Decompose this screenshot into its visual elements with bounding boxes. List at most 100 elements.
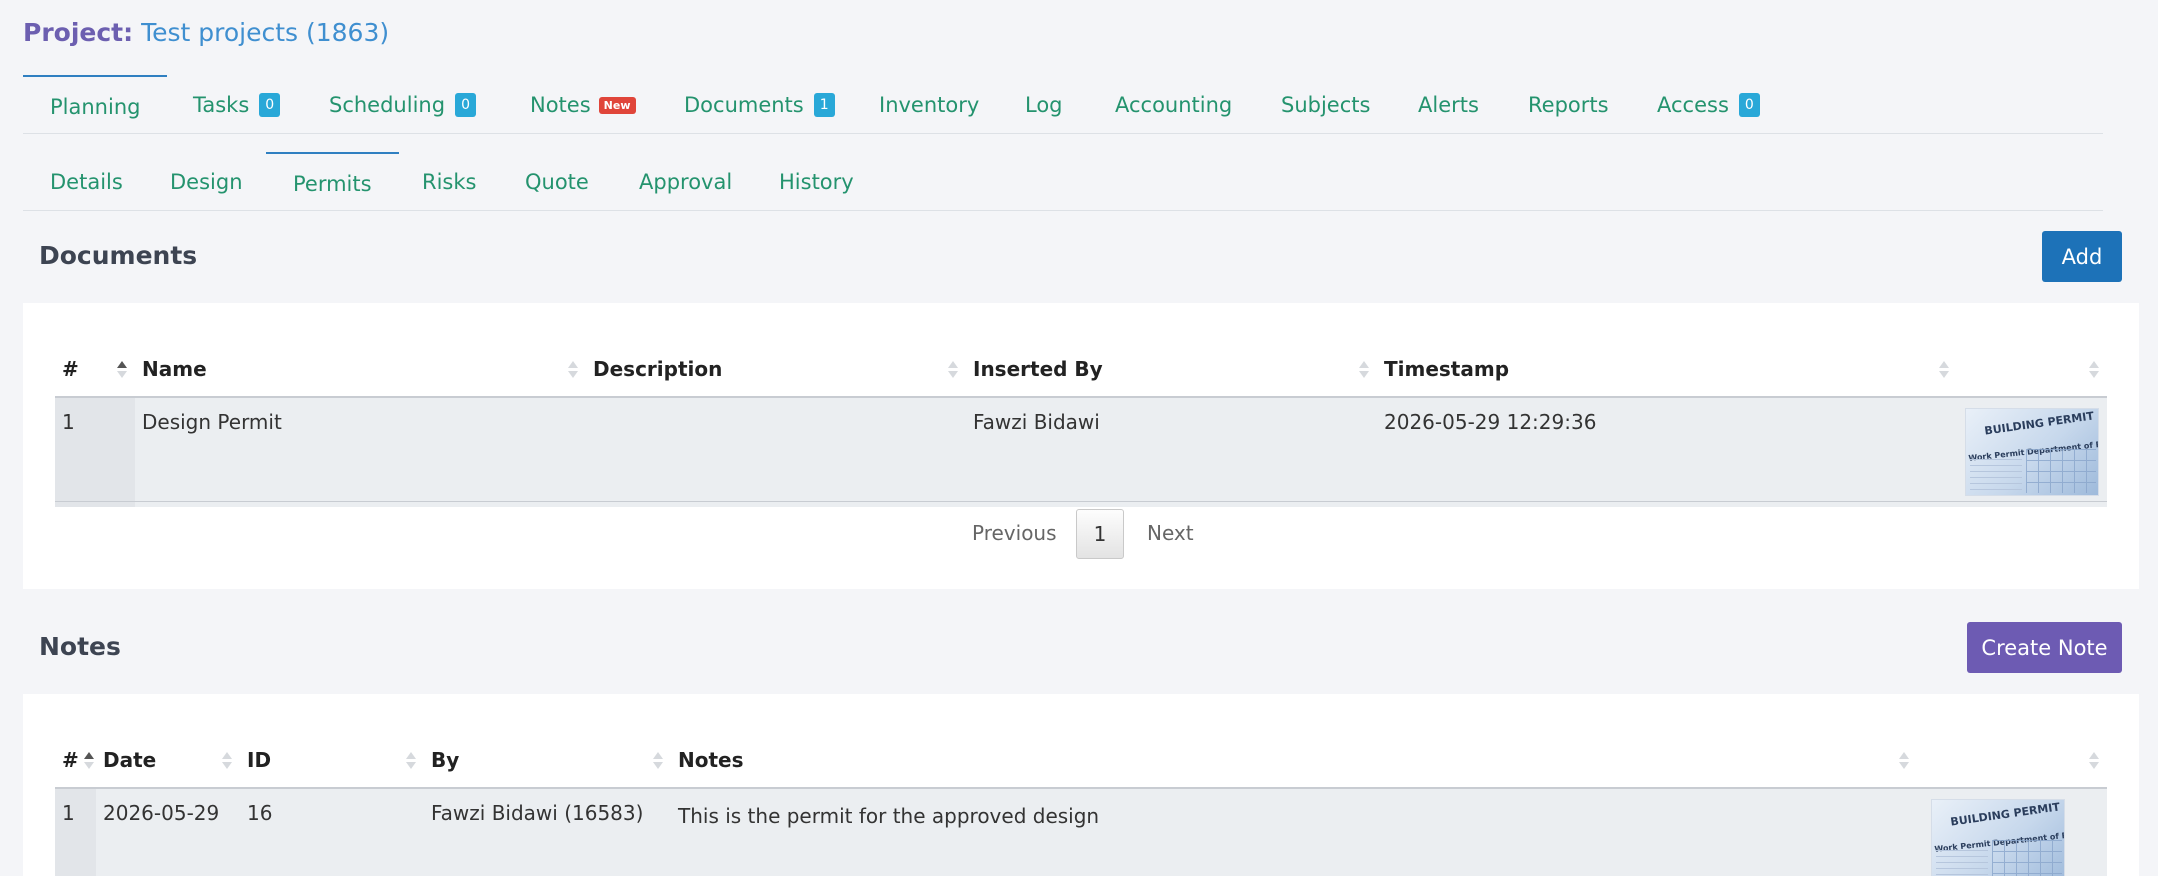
tab-inventory[interactable]: Inventory xyxy=(879,76,979,134)
tab-design[interactable]: Design xyxy=(170,153,243,211)
count-badge: 0 xyxy=(1738,93,1760,117)
sort-icon xyxy=(406,750,416,770)
tab-label: Documents xyxy=(684,93,804,117)
tab-label: Alerts xyxy=(1418,93,1479,117)
documents-heading: Documents xyxy=(39,241,198,270)
tab-subjects[interactable]: Subjects xyxy=(1281,76,1370,134)
thumbnail-text-lines xyxy=(1970,459,2022,493)
pagination: Previous 1 Next xyxy=(23,507,2139,559)
column-header-inserted-by[interactable]: Inserted By xyxy=(966,342,1377,398)
tab-label: Permits xyxy=(293,172,372,196)
cell-description xyxy=(586,397,966,507)
tab-label: Details xyxy=(50,170,123,194)
column-header-notes[interactable]: Notes xyxy=(671,733,1917,789)
column-header-description[interactable]: Description xyxy=(586,342,966,398)
create-note-button[interactable]: Create Note xyxy=(1967,622,2122,673)
note-attachment-thumbnail[interactable]: BUILDING PERMIT Work Permit Department o… xyxy=(1931,799,2065,876)
tab-details[interactable]: Details xyxy=(50,153,123,211)
column-header-id[interactable]: ID xyxy=(240,733,424,789)
sort-icon xyxy=(948,359,958,379)
thumbnail-title: BUILDING PERMIT xyxy=(1983,409,2095,438)
tab-access[interactable]: Access 0 xyxy=(1657,76,1760,134)
sort-icon xyxy=(1359,359,1369,379)
main-tabs: Planning Tasks 0 Scheduling 0 Notes New … xyxy=(23,75,2103,134)
tab-approval[interactable]: Approval xyxy=(639,153,732,211)
project-label: Project: xyxy=(23,18,134,47)
cell-num: 1 xyxy=(55,397,135,507)
tab-permits[interactable]: Permits xyxy=(266,152,399,211)
table-row[interactable]: 1 Design Permit Fawzi Bidawi 2026-05-29 … xyxy=(55,397,2107,507)
tab-documents[interactable]: Documents 1 xyxy=(684,76,835,134)
tab-risks[interactable]: Risks xyxy=(422,153,476,211)
tab-label: Accounting xyxy=(1115,93,1233,117)
tab-planning[interactable]: Planning xyxy=(23,75,168,134)
tab-label: Notes xyxy=(530,93,591,117)
page-1-button[interactable]: 1 xyxy=(1076,509,1124,559)
cell-num: 1 xyxy=(55,788,96,876)
cell-id: 16 xyxy=(240,788,424,876)
sort-icon xyxy=(222,750,232,770)
sort-icon xyxy=(117,359,127,379)
cell-name: Design Permit xyxy=(135,397,586,507)
active-tab-indicator xyxy=(266,152,399,154)
table-divider xyxy=(55,501,2107,502)
column-header-num[interactable]: # xyxy=(55,342,135,398)
column-header-num[interactable]: # xyxy=(55,733,96,789)
previous-page-button[interactable]: Previous xyxy=(972,521,1057,545)
table-row[interactable]: 1 2026-05-29 16 Fawzi Bidawi (16583) Thi… xyxy=(55,788,2107,876)
sort-icon xyxy=(568,359,578,379)
thumbnail-blueprint xyxy=(2026,449,2096,493)
documents-card: # Name Description Inserted By Timestamp… xyxy=(23,303,2139,589)
tab-accounting[interactable]: Accounting xyxy=(1115,76,1232,134)
thumbnail-title: BUILDING PERMIT xyxy=(1949,800,2061,829)
sort-icon xyxy=(1899,750,1909,770)
next-page-button[interactable]: Next xyxy=(1147,521,1194,545)
table-header-row: # Name Description Inserted By Timestamp xyxy=(55,342,2107,398)
count-badge: 0 xyxy=(455,93,476,117)
tab-label: Access xyxy=(1657,93,1729,117)
cell-inserted-by: Fawzi Bidawi xyxy=(966,397,1377,507)
project-name[interactable]: Test projects (1863) xyxy=(141,18,389,47)
page-title: Project: Test projects (1863) xyxy=(23,18,389,47)
tab-quote[interactable]: Quote xyxy=(525,153,589,211)
sort-icon xyxy=(2089,359,2099,379)
notes-heading: Notes xyxy=(39,632,121,661)
cell-preview: BUILDING PERMIT Work Permit Department o… xyxy=(1957,397,2107,507)
notes-table: # Date ID By Notes 1 2026-05-29 16 Fawzi… xyxy=(55,733,2107,876)
tab-alerts[interactable]: Alerts xyxy=(1418,76,1479,134)
tab-label: Log xyxy=(1025,93,1063,117)
tab-label: Planning xyxy=(50,95,141,119)
sub-tabs: Details Design Permits Risks Quote Appro… xyxy=(23,152,2103,211)
notes-card: # Date ID By Notes 1 2026-05-29 16 Fawzi… xyxy=(23,694,2139,876)
tab-label: Tasks xyxy=(193,93,250,117)
cell-timestamp: 2026-05-29 12:29:36 xyxy=(1377,397,1957,507)
add-document-button[interactable]: Add xyxy=(2042,231,2122,282)
tab-label: Quote xyxy=(525,170,589,194)
cell-preview: BUILDING PERMIT Work Permit Department o… xyxy=(1917,788,2107,876)
table-header-row: # Date ID By Notes xyxy=(55,733,2107,789)
cell-date: 2026-05-29 xyxy=(96,788,240,876)
new-badge: New xyxy=(598,96,636,114)
tab-tasks[interactable]: Tasks 0 xyxy=(193,76,281,134)
cell-by: Fawzi Bidawi (16583) xyxy=(424,788,671,876)
tab-label: Subjects xyxy=(1281,93,1371,117)
tab-scheduling[interactable]: Scheduling 0 xyxy=(329,76,476,134)
tab-reports[interactable]: Reports xyxy=(1528,76,1609,134)
column-header-preview[interactable] xyxy=(1957,342,2107,398)
column-header-name[interactable]: Name xyxy=(135,342,586,398)
column-header-preview[interactable] xyxy=(1917,733,2107,789)
document-thumbnail[interactable]: BUILDING PERMIT Work Permit Department o… xyxy=(1965,408,2099,496)
tab-history[interactable]: History xyxy=(779,153,854,211)
tab-notes[interactable]: Notes New xyxy=(530,76,636,134)
cell-notes: This is the permit for the approved desi… xyxy=(671,788,1917,876)
sort-icon xyxy=(84,750,94,770)
count-badge: 0 xyxy=(259,93,281,117)
tab-log[interactable]: Log xyxy=(1025,76,1063,134)
sort-icon xyxy=(653,750,663,770)
tab-label: Reports xyxy=(1528,93,1609,117)
count-badge: 1 xyxy=(813,93,835,117)
column-header-timestamp[interactable]: Timestamp xyxy=(1377,342,1957,398)
column-header-date[interactable]: Date xyxy=(96,733,240,789)
tab-label: Risks xyxy=(422,170,477,194)
column-header-by[interactable]: By xyxy=(424,733,671,789)
